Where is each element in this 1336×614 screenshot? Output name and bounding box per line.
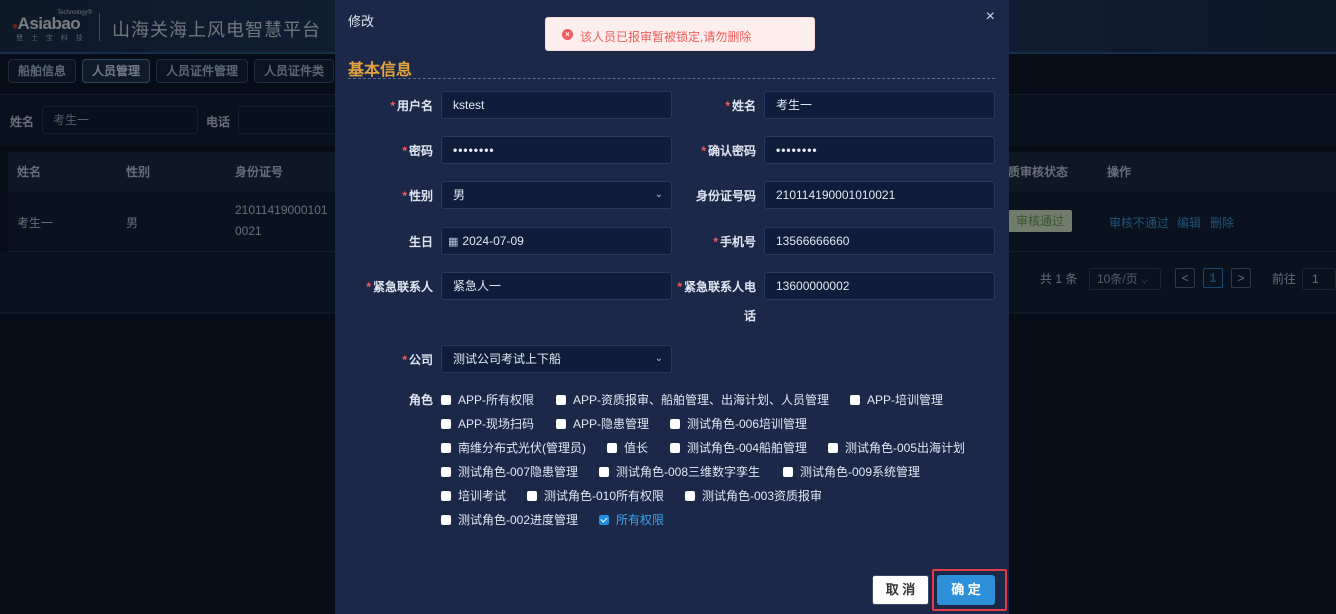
role-label: 角色 <box>408 393 433 407</box>
company-label: * 公司 <box>402 353 433 367</box>
emergency-contact-input[interactable]: 紧急人一 <box>441 272 672 300</box>
checkbox-box[interactable] <box>441 466 451 477</box>
role-checkbox[interactable]: 值长 <box>607 439 648 456</box>
role-checkbox[interactable]: 南维分布式光伏(管理员) <box>441 439 586 456</box>
password-label: * 密码 <box>402 144 433 158</box>
checkbox-checked-icon[interactable] <box>599 514 609 525</box>
chevron-down-icon: ⌄ <box>654 189 663 200</box>
gender-select[interactable]: 男 ⌄ <box>441 181 672 209</box>
section-divider <box>348 78 995 79</box>
emergency-contact-label: * 紧急联系人 <box>366 280 433 294</box>
role-checkbox[interactable]: 测试角色-007隐患管理 <box>441 463 578 480</box>
name-label: * 姓名 <box>725 99 756 113</box>
phone-label: * 手机号 <box>713 235 756 249</box>
role-checkbox[interactable]: APP-资质报审、船舶管理、出海计划、人员管理 <box>556 391 829 408</box>
role-checkbox[interactable]: 测试角色-010所有权限 <box>527 487 664 504</box>
company-select[interactable]: 测试公司考试上下船 ⌄ <box>441 345 672 373</box>
checkbox-box[interactable] <box>828 442 838 453</box>
chevron-down-icon: ⌄ <box>654 353 663 364</box>
role-checkbox[interactable]: APP-现场扫码 <box>441 415 534 432</box>
confirm-button[interactable]: 确 定 <box>937 575 995 605</box>
checkbox-box[interactable] <box>441 514 451 525</box>
checkbox-box[interactable] <box>783 466 793 477</box>
role-checkbox[interactable]: 测试角色-008三维数字孪生 <box>599 463 760 480</box>
name-input[interactable]: 考生一 <box>764 91 995 119</box>
role-checkbox[interactable]: 测试角色-003资质报审 <box>685 487 822 504</box>
role-checkbox[interactable]: 测试角色-002进度管理 <box>441 511 578 528</box>
username-input[interactable]: kstest <box>441 91 672 119</box>
checkbox-box[interactable] <box>607 442 617 453</box>
error-icon: × <box>562 29 573 40</box>
edit-dialog: 修改 × 基本信息 * 用户名 kstest * 姓名 考生一 * 密码 ••••••… <box>335 0 1009 614</box>
checkbox-box[interactable] <box>527 490 537 501</box>
gender-value: 男 <box>453 188 466 202</box>
password-input[interactable]: •••••••• <box>441 136 672 164</box>
role-checkbox[interactable]: APP-所有权限 <box>441 391 534 408</box>
phone-input[interactable]: 13566666660 <box>764 227 995 255</box>
emergency-phone-label-wrap: 话 <box>743 309 756 323</box>
checkbox-box[interactable] <box>670 418 680 429</box>
role-checkbox[interactable]: 测试角色-009系统管理 <box>783 463 920 480</box>
checkbox-box[interactable] <box>850 394 860 405</box>
emergency-phone-label: * 紧急联系人电 <box>677 280 756 294</box>
error-toast: × 该人员已报审暂被锁定,请勿删除 <box>545 17 815 51</box>
role-checkbox[interactable]: 培训考试 <box>441 487 506 504</box>
role-checkbox[interactable]: 测试角色-005出海计划 <box>828 439 965 456</box>
checkbox-box[interactable] <box>599 466 609 477</box>
role-checkbox-all-permissions[interactable]: 所有权限 <box>599 511 664 528</box>
username-label: * 用户名 <box>390 99 433 113</box>
cancel-button[interactable]: 取 消 <box>872 575 929 605</box>
confirm-password-input[interactable]: •••••••• <box>764 136 995 164</box>
close-icon[interactable]: × <box>986 8 995 26</box>
dialog-title: 修改 <box>348 14 375 29</box>
checkbox-box[interactable] <box>441 418 451 429</box>
section-title: 基本信息 <box>348 62 413 79</box>
checkbox-box[interactable] <box>556 418 566 429</box>
birthday-date-picker[interactable]: ▦ 2024-07-09 <box>441 227 672 255</box>
checkbox-box[interactable] <box>441 442 451 453</box>
calendar-icon: ▦ <box>448 236 459 248</box>
role-checkbox[interactable]: APP-培训管理 <box>850 391 943 408</box>
emergency-phone-input[interactable]: 13600000002 <box>764 272 995 300</box>
checkbox-box[interactable] <box>685 490 695 501</box>
confirm-password-label: * 确认密码 <box>701 144 756 158</box>
id-number-input[interactable]: 210114190001010021 <box>764 181 995 209</box>
gender-label: * 性别 <box>402 189 433 203</box>
checkbox-box[interactable] <box>441 394 451 405</box>
birthday-label: 生日 <box>408 235 433 249</box>
toast-message: 该人员已报审暂被锁定,请勿删除 <box>580 30 752 44</box>
company-value: 测试公司考试上下船 <box>453 352 562 366</box>
role-checkbox[interactable]: APP-隐患管理 <box>556 415 649 432</box>
id-number-label: 身份证号码 <box>695 189 756 203</box>
role-checkbox[interactable]: 测试角色-006培训管理 <box>670 415 807 432</box>
role-checkbox[interactable]: 测试角色-004船舶管理 <box>670 439 807 456</box>
checkbox-box[interactable] <box>556 394 566 405</box>
checkbox-box[interactable] <box>670 442 680 453</box>
checkbox-box[interactable] <box>441 490 451 501</box>
birthday-value: 2024-07-09 <box>462 234 524 248</box>
